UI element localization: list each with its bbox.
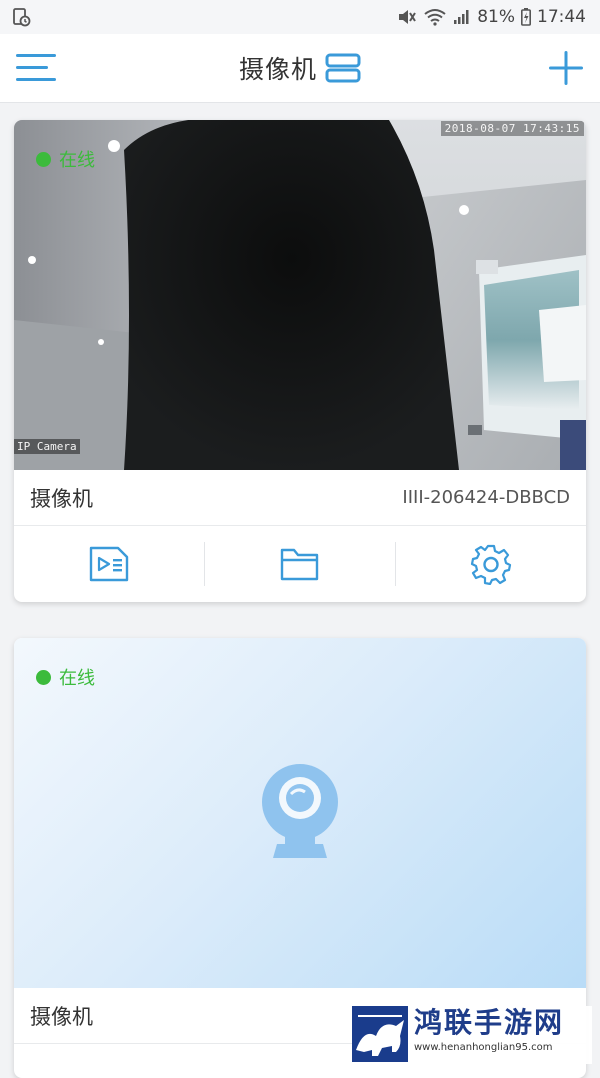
camera-actions: [14, 526, 586, 602]
settings-button[interactable]: [395, 542, 586, 586]
notification-icon: [12, 7, 32, 27]
camera-name: 摄像机: [30, 486, 93, 511]
camera-name: 摄像机: [30, 1004, 93, 1029]
add-camera-button[interactable]: [548, 50, 584, 86]
status-bar: 81% 17:44: [0, 0, 600, 34]
playback-button[interactable]: [14, 542, 204, 586]
osd-camera-label: IP Camera: [14, 439, 80, 454]
online-status: 在线: [36, 146, 95, 172]
watermark-title: 鸿联手游网: [414, 1006, 565, 1039]
video-frame: [14, 120, 586, 470]
online-status: 在线: [36, 664, 95, 690]
battery-icon: [521, 8, 531, 26]
camera-placeholder-icon: [262, 764, 338, 858]
status-label: 在线: [59, 668, 95, 689]
camera-card[interactable]: 在线 2018-08-07 17:43:15 IP Camera 摄像机 III…: [14, 120, 586, 602]
camera-info-row: 摄像机 IIII-206424-DBBCD: [14, 470, 586, 526]
signal-icon: [453, 9, 471, 25]
status-dot: [36, 151, 51, 167]
page-title: 摄像机: [238, 55, 317, 84]
mute-icon: [397, 8, 417, 26]
site-watermark: 鸿联手游网 www.henanhonglian95.com: [352, 1006, 592, 1064]
playback-icon: [89, 546, 129, 582]
status-dot: [36, 669, 51, 685]
camera-live-preview[interactable]: 在线 2018-08-07 17:43:15 IP Camera: [14, 120, 586, 470]
files-button[interactable]: [204, 542, 395, 586]
osd-timestamp: 2018-08-07 17:43:15: [440, 121, 584, 136]
battery-percent: 81%: [477, 7, 515, 27]
layout-toggle-icon[interactable]: [325, 53, 361, 83]
folder-icon: [280, 548, 319, 581]
watermark-url: www.henanhonglian95.com: [414, 1042, 553, 1053]
camera-preview-placeholder[interactable]: 在线: [14, 638, 586, 988]
clock: 17:44: [537, 7, 586, 27]
menu-icon[interactable]: [16, 52, 56, 84]
status-label: 在线: [59, 150, 95, 171]
camera-device-id: IIII-206424-DBBCD: [402, 487, 570, 508]
watermark-logo: [352, 1006, 408, 1062]
wifi-icon: [423, 8, 447, 26]
app-header: 摄像机: [0, 34, 600, 103]
gear-icon: [470, 544, 512, 585]
